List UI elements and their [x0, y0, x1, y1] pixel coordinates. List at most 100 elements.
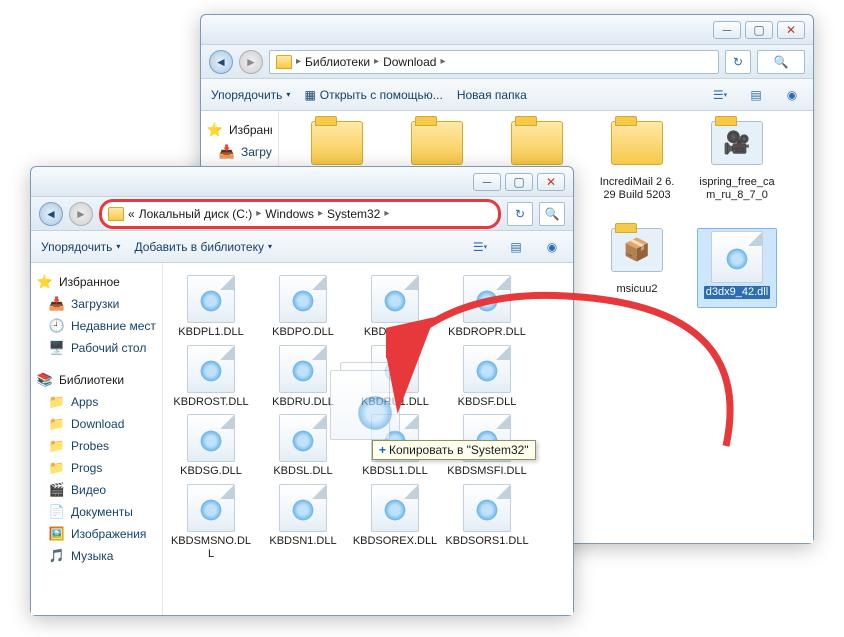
- crumb-windows[interactable]: Windows: [265, 207, 314, 221]
- nav-forward-button[interactable]: ►: [239, 50, 263, 74]
- close-button[interactable]: ✕: [537, 173, 565, 191]
- file-item[interactable]: KBDRU.DLL: [259, 345, 347, 409]
- chevron-right-icon: ▸: [318, 208, 323, 219]
- sidebar-item[interactable]: 📁Progs: [37, 457, 156, 479]
- explorer-window-system32[interactable]: ─ ▢ ✕ ◄ ► « Локальный диск (C:) ▸ Window…: [30, 166, 574, 616]
- chevron-right-icon: ▸: [256, 208, 261, 219]
- sidebar-head[interactable]: ⭐Избранное: [37, 271, 156, 293]
- search-button[interactable]: 🔍: [539, 202, 565, 226]
- crumb-system32[interactable]: System32: [327, 207, 380, 221]
- file-item[interactable]: KBDRO.DLL: [351, 275, 439, 339]
- sidebar-item[interactable]: 📁Apps: [37, 391, 156, 413]
- file-label: KBDRO.DLL: [364, 326, 426, 339]
- minimize-button[interactable]: ─: [713, 21, 741, 39]
- sidebar-item[interactable]: 📄Документы: [37, 501, 156, 523]
- file-label: KBDSF.DLL: [458, 396, 517, 409]
- sidebar-item[interactable]: 🖥️Рабочий стол: [37, 337, 156, 359]
- folder-icon: 📁: [49, 416, 65, 432]
- file-label: IncrediMail 2 6.29 Build 5203: [597, 176, 677, 201]
- breadcrumb[interactable]: ▸ Библиотеки ▸ Download ▸: [269, 50, 719, 74]
- crumb-back-chevrons[interactable]: «: [128, 207, 135, 221]
- file-label: KBDSL.DLL: [273, 465, 332, 478]
- file-item[interactable]: KBDPO.DLL: [259, 275, 347, 339]
- minimize-button[interactable]: ─: [473, 173, 501, 191]
- file-grid[interactable]: KBDPL1.DLL KBDPO.DLL KBDRO.DLL KBDROPR.DLL K…: [163, 263, 573, 615]
- file-item[interactable]: KBDSOREX.DLL: [351, 484, 439, 560]
- plus-icon: +: [379, 443, 386, 457]
- app-icon: ▦: [304, 88, 315, 102]
- file-item[interactable]: KBDROPR.DLL: [443, 275, 531, 339]
- file-label: KBDPL1.DLL: [178, 326, 243, 339]
- sidebar-head[interactable]: 📚Библиотеки: [37, 369, 156, 391]
- file-label: msicuu2: [617, 283, 658, 296]
- breadcrumb[interactable]: « Локальный диск (C:) ▸ Windows ▸ System…: [99, 199, 501, 229]
- view-options-button[interactable]: ☰▾: [709, 84, 731, 106]
- view-options-button[interactable]: ☰▾: [469, 236, 491, 258]
- crumb-libraries[interactable]: Библиотеки: [305, 55, 370, 69]
- file-item[interactable]: KBDSG.DLL: [167, 414, 255, 478]
- nav-back-button[interactable]: ◄: [39, 202, 63, 226]
- file-item[interactable]: KBDSMSNO.DLL: [167, 484, 255, 560]
- close-button[interactable]: ✕: [777, 21, 805, 39]
- file-label: KBDROPR.DLL: [448, 326, 526, 339]
- file-label: KBDRU1.DLL: [361, 396, 429, 409]
- preview-pane-button[interactable]: ▤: [745, 84, 767, 106]
- sidebar-favorites-head[interactable]: ⭐Избранное: [207, 119, 272, 141]
- refresh-button[interactable]: ↻: [507, 202, 533, 226]
- new-folder-button[interactable]: Новая папка: [457, 88, 527, 102]
- file-item[interactable]: KBDSF.DLL: [443, 345, 531, 409]
- file-label: KBDSG.DLL: [180, 465, 242, 478]
- titlebar[interactable]: ─ ▢ ✕: [31, 167, 573, 197]
- file-item[interactable]: KBDRU1.DLL: [351, 345, 439, 409]
- sidebar-item[interactable]: 🕘Недавние места: [37, 315, 156, 337]
- folder-icon: 🖥️: [49, 340, 65, 356]
- maximize-button[interactable]: ▢: [505, 173, 533, 191]
- open-with-button[interactable]: ▦Открыть с помощью...: [304, 88, 442, 102]
- folder-icon: 📄: [49, 504, 65, 520]
- sidebar-item[interactable]: 🎬Видео: [37, 479, 156, 501]
- sidebar-item[interactable]: 🖼️Изображения: [37, 523, 156, 545]
- help-button[interactable]: ◉: [541, 236, 563, 258]
- nav-back-button[interactable]: ◄: [209, 50, 233, 74]
- file-item[interactable]: KBDSL.DLL: [259, 414, 347, 478]
- crumb-download[interactable]: Download: [383, 55, 436, 69]
- sidebar-item[interactable]: 🎵Музыка: [37, 545, 156, 567]
- sidebar-item[interactable]: 📁Download: [37, 413, 156, 435]
- add-to-library-menu[interactable]: Добавить в библиотеку▾: [134, 240, 272, 254]
- help-button[interactable]: ◉: [781, 84, 803, 106]
- drop-tooltip: +Копировать в "System32": [372, 440, 536, 460]
- file-item[interactable]: KBDPL1.DLL: [167, 275, 255, 339]
- sidebar-item[interactable]: 📁Probes: [37, 435, 156, 457]
- crumb-local-disk[interactable]: Локальный диск (C:): [139, 207, 253, 221]
- sidebar-item-downloads[interactable]: 📥Загрузки: [207, 141, 272, 163]
- folder-icon: 📁: [49, 438, 65, 454]
- library-icon: 📚: [37, 372, 53, 388]
- sidebar[interactable]: ⭐Избранное📥Загрузки🕘Недавние места🖥️Рабо…: [31, 263, 163, 615]
- search-button[interactable]: 🔍: [757, 50, 805, 74]
- maximize-button[interactable]: ▢: [745, 21, 773, 39]
- file-label: KBDPO.DLL: [272, 326, 334, 339]
- file-item[interactable]: 🎥ispring_free_cam_ru_8_7_0: [697, 121, 777, 214]
- file-item[interactable]: 📦msicuu2: [597, 228, 677, 308]
- sidebar-item[interactable]: 📥Загрузки: [37, 293, 156, 315]
- file-item[interactable]: KBDROST.DLL: [167, 345, 255, 409]
- folder-icon: 📁: [49, 460, 65, 476]
- nav-forward-button[interactable]: ►: [69, 202, 93, 226]
- organize-menu[interactable]: Упорядочить▾: [41, 240, 120, 254]
- refresh-button[interactable]: ↻: [725, 50, 751, 74]
- file-label: ispring_free_cam_ru_8_7_0: [697, 176, 777, 201]
- toolbar: Упорядочить▾ ▦Открыть с помощью... Новая…: [201, 79, 813, 111]
- titlebar[interactable]: ─ ▢ ✕: [201, 15, 813, 45]
- file-item[interactable]: KBDSORS1.DLL: [443, 484, 531, 560]
- star-icon: ⭐: [207, 122, 223, 138]
- file-item[interactable]: IncrediMail 2 6.29 Build 5203: [597, 121, 677, 214]
- organize-menu[interactable]: Упорядочить▾: [211, 88, 290, 102]
- preview-pane-button[interactable]: ▤: [505, 236, 527, 258]
- star-icon: ⭐: [37, 274, 53, 290]
- file-label: KBDSORS1.DLL: [445, 535, 528, 548]
- file-label: KBDSOREX.DLL: [353, 535, 437, 548]
- address-bar-row: ◄ ► « Локальный диск (C:) ▸ Windows ▸ Sy…: [31, 197, 573, 231]
- file-item[interactable]: d3dx9_42.dll: [697, 228, 777, 308]
- file-item[interactable]: KBDSN1.DLL: [259, 484, 347, 560]
- folder-icon: 📥: [49, 296, 65, 312]
